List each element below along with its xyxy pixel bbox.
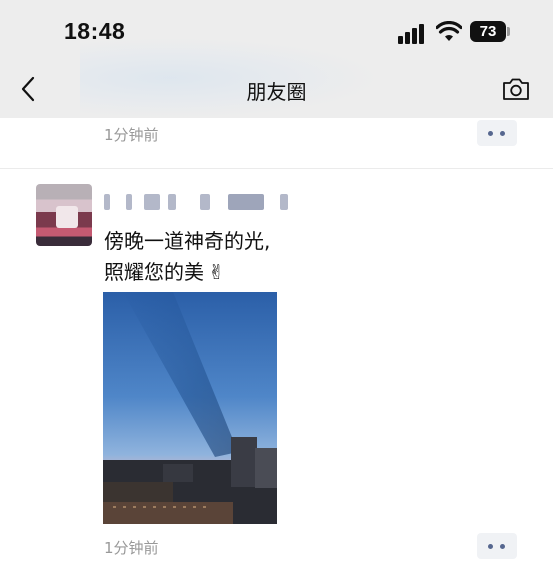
- post-text-line-2: 照耀您的美 ✌: [104, 256, 225, 285]
- prev-post-more-button[interactable]: [477, 120, 517, 146]
- post-timestamp: 1分钟前: [104, 539, 159, 557]
- post-divider: [0, 168, 553, 169]
- post-text-line-1: 傍晚一道神奇的光,: [104, 229, 271, 253]
- post-more-button[interactable]: [477, 533, 517, 559]
- wifi-icon: [436, 21, 462, 41]
- camera-icon[interactable]: [500, 74, 532, 104]
- top-bar: 18:48 73 朋友圈: [0, 0, 553, 118]
- battery-icon: 73: [470, 21, 506, 42]
- cellular-signal-icon: [398, 22, 428, 44]
- avatar[interactable]: [36, 184, 92, 246]
- prev-post-timestamp: 1分钟前: [104, 126, 159, 144]
- author-name-blurred[interactable]: [104, 190, 304, 214]
- post-photo[interactable]: [103, 292, 277, 524]
- battery-tip: [507, 27, 510, 36]
- page-title: 朋友圈: [246, 80, 307, 104]
- post-text-line-2-text: 照耀您的美: [104, 260, 204, 284]
- victory-hand-emoji: ✌: [208, 260, 225, 284]
